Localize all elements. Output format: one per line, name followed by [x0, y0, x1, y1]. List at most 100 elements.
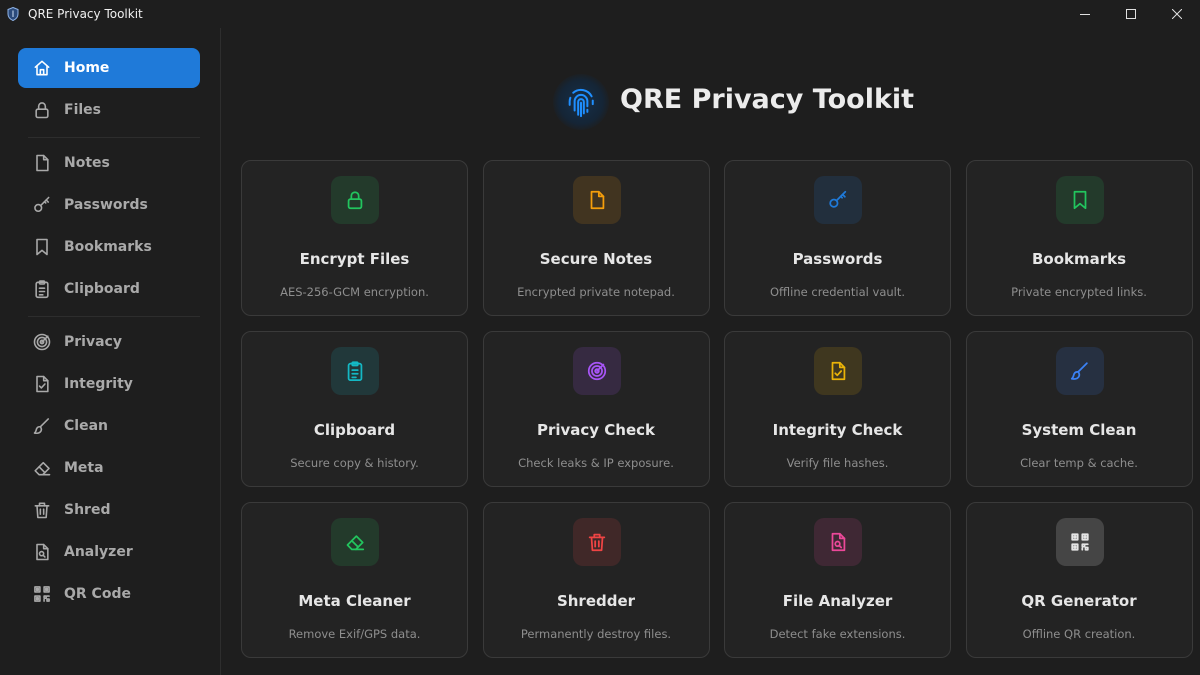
tool-card-bookmarks[interactable]: Bookmarks Private encrypted links.	[965, 160, 1193, 316]
sidebar-item-meta[interactable]: Meta	[18, 448, 200, 488]
tool-card-privacy-check[interactable]: Privacy Check Check leaks & IP exposure.	[482, 331, 710, 487]
sidebar-item-files[interactable]: Files	[18, 90, 200, 130]
card-title: Secure Notes	[539, 250, 653, 268]
eraser-icon	[331, 518, 379, 566]
tool-card-integrity-check[interactable]: Integrity Check Verify file hashes.	[724, 331, 951, 487]
sidebar-item-label: Privacy	[64, 334, 122, 350]
tool-card-shredder[interactable]: Shredder Permanently destroy files.	[482, 502, 710, 658]
card-description: Verify file hashes.	[786, 456, 889, 470]
card-title: File Analyzer	[782, 592, 893, 610]
file-search-icon	[32, 542, 52, 562]
card-title: Passwords	[792, 250, 883, 268]
card-description: Private encrypted links.	[1011, 285, 1147, 299]
qr-code-icon	[1055, 518, 1104, 566]
sidebar-item-privacy[interactable]: Privacy	[18, 322, 200, 362]
sidebar-item-label: Meta	[64, 460, 104, 476]
bookmark-icon	[1055, 176, 1104, 224]
card-title: QR Generator	[1021, 592, 1137, 610]
card-description: Offline QR creation.	[1022, 627, 1136, 641]
sidebar-item-label: Bookmarks	[64, 239, 152, 255]
clipboard-icon	[331, 347, 379, 395]
sidebar-divider	[28, 316, 200, 317]
sidebar-item-qr-code[interactable]: QR Code	[18, 574, 200, 614]
card-title: Integrity Check	[772, 421, 903, 439]
card-description: Permanently destroy files.	[520, 627, 672, 641]
key-icon	[814, 176, 862, 224]
tool-card-meta-cleaner[interactable]: Meta Cleaner Remove Exif/GPS data.	[241, 502, 468, 658]
close-button[interactable]	[1154, 0, 1200, 28]
sidebar-item-label: Notes	[64, 155, 110, 171]
card-description: Check leaks & IP exposure.	[518, 456, 674, 470]
fingerprint-icon	[568, 88, 594, 118]
lock-icon	[331, 176, 379, 224]
eraser-icon	[32, 458, 52, 478]
sidebar-item-home[interactable]: Home	[18, 48, 200, 88]
card-title: Shredder	[556, 592, 636, 610]
app-logo	[553, 74, 609, 130]
radar-icon	[32, 332, 52, 352]
card-description: Offline credential vault.	[769, 285, 906, 299]
brush-icon	[1055, 347, 1104, 395]
card-title: Clipboard	[313, 421, 396, 439]
card-title: Privacy Check	[536, 421, 656, 439]
trash-icon	[572, 518, 621, 566]
sidebar-item-label: Passwords	[64, 197, 148, 213]
card-title: Meta Cleaner	[298, 592, 411, 610]
sidebar-item-label: Shred	[64, 502, 111, 518]
page-title: QRE Privacy Toolkit	[620, 84, 915, 115]
maximize-icon	[1126, 9, 1136, 19]
maximize-button[interactable]	[1108, 0, 1154, 28]
minimize-button[interactable]	[1062, 0, 1108, 28]
home-icon	[32, 58, 52, 78]
sidebar-item-passwords[interactable]: Passwords	[18, 185, 200, 225]
card-description: Detect fake extensions.	[769, 627, 906, 641]
card-title: Encrypt Files	[299, 250, 410, 268]
file-check-icon	[814, 347, 862, 395]
main-content: QRE Privacy Toolkit Encrypt Files AES-256…	[222, 28, 1200, 675]
bookmark-icon	[32, 237, 52, 257]
close-icon	[1172, 9, 1182, 19]
clipboard-icon	[32, 279, 52, 299]
sidebar-item-label: Home	[64, 60, 110, 76]
minimize-icon	[1080, 14, 1090, 15]
tool-card-secure-notes[interactable]: Secure Notes Encrypted private notepad.	[482, 160, 710, 316]
sidebar-item-label: Clean	[64, 418, 108, 434]
sidebar-item-notes[interactable]: Notes	[18, 143, 200, 183]
card-description: Remove Exif/GPS data.	[288, 627, 421, 641]
tool-card-encrypt-files[interactable]: Encrypt Files AES-256-GCM encryption.	[241, 160, 468, 316]
card-title: Bookmarks	[1031, 250, 1127, 268]
sidebar-item-integrity[interactable]: Integrity	[18, 364, 200, 404]
sidebar-item-label: Clipboard	[64, 281, 140, 297]
card-description: AES-256-GCM encryption.	[280, 285, 429, 299]
tool-card-clipboard[interactable]: Clipboard Secure copy & history.	[241, 331, 468, 487]
sidebar-item-label: Files	[64, 102, 101, 118]
tool-card-passwords[interactable]: Passwords Offline credential vault.	[724, 160, 951, 316]
card-description: Clear temp & cache.	[1020, 456, 1138, 470]
sidebar-divider	[28, 137, 200, 138]
file-check-icon	[32, 374, 52, 394]
sidebar-item-bookmarks[interactable]: Bookmarks	[18, 227, 200, 267]
card-description: Secure copy & history.	[290, 456, 419, 470]
note-icon	[572, 176, 621, 224]
sidebar-item-analyzer[interactable]: Analyzer	[18, 532, 200, 572]
tool-card-system-clean[interactable]: System Clean Clear temp & cache.	[965, 331, 1193, 487]
lock-icon	[32, 100, 52, 120]
sidebar-item-label: Integrity	[64, 376, 133, 392]
trash-icon	[32, 500, 52, 520]
sidebar-item-shred[interactable]: Shred	[18, 490, 200, 530]
note-icon	[32, 153, 52, 173]
brush-icon	[32, 416, 52, 436]
card-title: System Clean	[1021, 421, 1137, 439]
key-icon	[32, 195, 52, 215]
tool-card-qr-generator[interactable]: QR Generator Offline QR creation.	[965, 502, 1193, 658]
sidebar-item-clean[interactable]: Clean	[18, 406, 200, 446]
sidebar-item-label: Analyzer	[64, 544, 133, 560]
card-description: Encrypted private notepad.	[517, 285, 675, 299]
sidebar-item-clipboard[interactable]: Clipboard	[18, 269, 200, 309]
qr-code-icon	[32, 584, 52, 604]
file-search-icon	[814, 518, 862, 566]
shield-icon	[6, 7, 20, 21]
window-title: QRE Privacy Toolkit	[28, 7, 143, 21]
tool-card-file-analyzer[interactable]: File Analyzer Detect fake extensions.	[724, 502, 951, 658]
title-bar: QRE Privacy Toolkit	[0, 0, 1200, 28]
